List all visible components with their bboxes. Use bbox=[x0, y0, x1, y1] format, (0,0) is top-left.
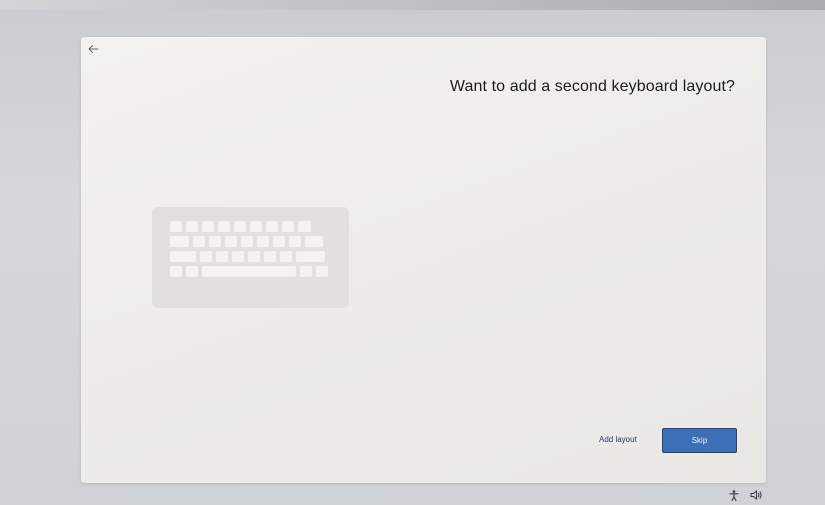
keyboard-row bbox=[170, 236, 323, 247]
keyboard-key bbox=[202, 221, 214, 232]
keyboard-key bbox=[234, 221, 246, 232]
keyboard-illustration-icon bbox=[152, 207, 349, 308]
keyboard-key bbox=[209, 236, 221, 247]
keyboard-key bbox=[300, 266, 312, 277]
keyboard-key bbox=[266, 221, 278, 232]
keyboard-spacebar bbox=[202, 266, 296, 277]
keyboard-key bbox=[186, 221, 198, 232]
setup-window: Want to add a second keyboard layout? Ad… bbox=[81, 37, 766, 483]
screen-bezel bbox=[0, 0, 825, 10]
keyboard-key bbox=[296, 251, 325, 262]
keyboard-key bbox=[280, 251, 292, 262]
add-layout-button[interactable]: Add layout bbox=[599, 435, 637, 444]
keyboard-key bbox=[282, 221, 294, 232]
keyboard-key bbox=[225, 236, 237, 247]
page-title: Want to add a second keyboard layout? bbox=[449, 78, 735, 95]
back-arrow-icon bbox=[88, 45, 99, 53]
keyboard-key bbox=[186, 266, 198, 277]
keyboard-key bbox=[170, 236, 189, 247]
keyboard-key bbox=[218, 221, 230, 232]
skip-button[interactable]: Skip bbox=[662, 428, 737, 453]
keyboard-key bbox=[193, 236, 205, 247]
keyboard-key bbox=[289, 236, 301, 247]
keyboard-key bbox=[216, 251, 228, 262]
keyboard-key bbox=[257, 236, 269, 247]
accessibility-icon bbox=[729, 489, 739, 501]
keyboard-row bbox=[170, 221, 311, 232]
keyboard-key bbox=[305, 236, 323, 247]
keyboard-key bbox=[250, 221, 262, 232]
keyboard-key bbox=[170, 221, 182, 232]
keyboard-key bbox=[232, 251, 244, 262]
keyboard-key bbox=[298, 221, 311, 232]
keyboard-row bbox=[170, 251, 325, 262]
keyboard-key bbox=[170, 251, 196, 262]
keyboard-key bbox=[170, 266, 182, 277]
keyboard-key bbox=[273, 236, 285, 247]
volume-icon bbox=[750, 490, 762, 500]
keyboard-key bbox=[200, 251, 212, 262]
back-button[interactable] bbox=[85, 41, 101, 57]
keyboard-key bbox=[316, 266, 328, 277]
keyboard-row bbox=[170, 266, 328, 277]
keyboard-key bbox=[264, 251, 276, 262]
keyboard-key bbox=[248, 251, 260, 262]
volume-button[interactable] bbox=[748, 488, 764, 502]
keyboard-key bbox=[241, 236, 253, 247]
accessibility-button[interactable] bbox=[727, 488, 741, 502]
